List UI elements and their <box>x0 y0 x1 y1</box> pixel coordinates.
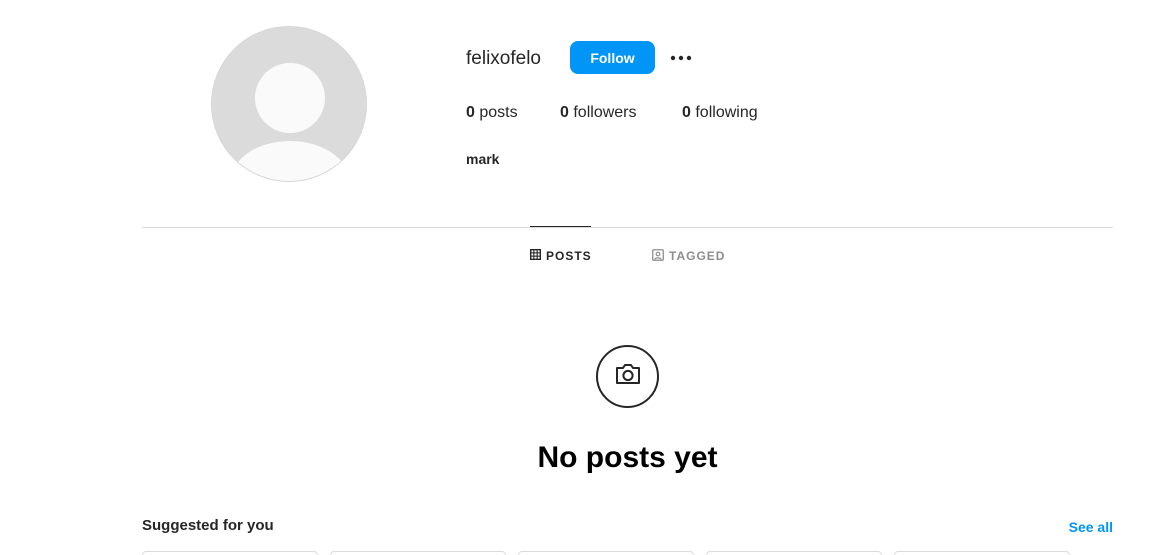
suggested-card[interactable] <box>894 551 1070 555</box>
tab-posts-label: POSTS <box>546 249 592 263</box>
suggested-title: Suggested for you <box>142 517 274 534</box>
tagged-icon <box>652 248 664 264</box>
posts-label: posts <box>479 104 518 121</box>
suggested-card[interactable] <box>518 551 694 555</box>
followers-stat[interactable]: 0 followers <box>560 103 637 123</box>
profile-bio-name: mark <box>466 151 500 167</box>
suggested-cards-row <box>142 551 1070 555</box>
following-count: 0 <box>682 104 691 121</box>
tab-tagged-label: TAGGED <box>669 249 726 263</box>
followers-label: followers <box>573 104 637 121</box>
more-horizontal-icon <box>669 55 693 61</box>
suggested-card[interactable] <box>706 551 882 555</box>
profile-avatar[interactable] <box>211 26 367 182</box>
suggested-card[interactable] <box>142 551 318 555</box>
tab-tagged[interactable]: TAGGED <box>652 248 725 264</box>
following-label: following <box>695 104 758 121</box>
tab-posts[interactable]: POSTS <box>530 248 592 264</box>
tabs-divider <box>142 227 1113 228</box>
avatar-body-shape <box>231 141 349 181</box>
active-tab-indicator <box>530 226 591 227</box>
see-all-link[interactable]: See all <box>1069 519 1113 535</box>
empty-state-camera-circle <box>596 345 659 408</box>
suggested-card[interactable] <box>330 551 506 555</box>
follow-button[interactable]: Follow <box>570 41 655 74</box>
avatar-head-shape <box>255 63 325 133</box>
posts-count: 0 <box>466 104 475 121</box>
followers-count: 0 <box>560 104 569 121</box>
empty-state-title: No posts yet <box>537 441 718 474</box>
grid-icon <box>530 249 541 263</box>
profile-username: felixofelo <box>466 48 541 69</box>
more-options-button[interactable] <box>667 44 695 72</box>
following-stat[interactable]: 0 following <box>682 103 758 123</box>
camera-icon <box>614 362 642 391</box>
posts-count-stat: 0 posts <box>466 103 518 123</box>
